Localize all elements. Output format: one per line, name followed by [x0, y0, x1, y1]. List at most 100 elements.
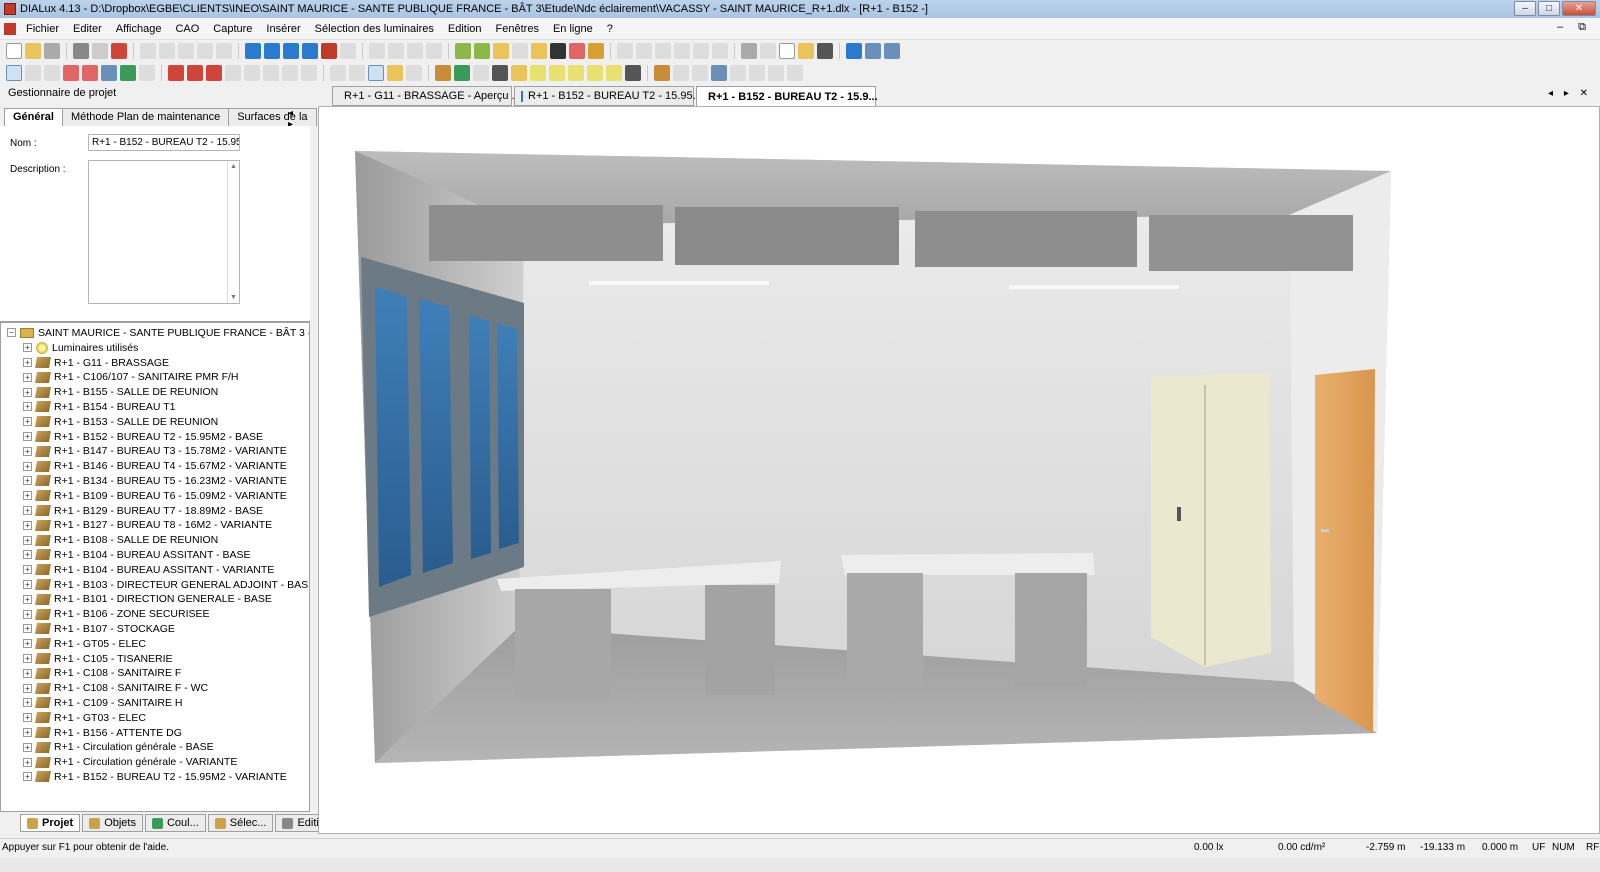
- tree-item-room[interactable]: + R+1 - Circulation générale - BASE: [23, 740, 214, 755]
- tree-item-room[interactable]: + R+1 - G11 - BRASSAGE: [23, 355, 169, 370]
- tool-icon[interactable]: [369, 43, 385, 59]
- globe-icon[interactable]: [588, 43, 604, 59]
- expand-icon[interactable]: +: [23, 639, 32, 649]
- print-icon[interactable]: [73, 43, 89, 59]
- tree-item-room[interactable]: + R+1 - C109 - SANITAIRE H: [23, 695, 182, 710]
- tree-item-room[interactable]: + R+1 - B152 - BUREAU T2 - 15.95M2 - BASE: [23, 429, 263, 444]
- camera-icon[interactable]: [817, 43, 833, 59]
- tool-icon[interactable]: [301, 65, 317, 81]
- tool-icon[interactable]: [587, 65, 603, 81]
- expand-icon[interactable]: +: [23, 461, 32, 471]
- expand-icon[interactable]: +: [23, 713, 32, 723]
- mdi-window-controls[interactable]: – ⧉: [1557, 21, 1592, 34]
- luminaire-icon[interactable]: [531, 43, 547, 59]
- tree-item-room[interactable]: + R+1 - B107 - STOCKAGE: [23, 621, 175, 636]
- save-icon[interactable]: [44, 43, 60, 59]
- expand-icon[interactable]: +: [23, 668, 32, 678]
- redo-icon[interactable]: [216, 43, 232, 59]
- tool-icon[interactable]: [139, 65, 155, 81]
- minimize-button[interactable]: –: [1514, 1, 1536, 16]
- tree-item-room[interactable]: + R+1 - B127 - BUREAU T8 - 16M2 - VARIANT…: [23, 518, 272, 533]
- menu-edition[interactable]: Edition: [448, 23, 482, 35]
- 3d-view-icon[interactable]: [245, 43, 261, 59]
- expand-icon[interactable]: +: [23, 417, 32, 427]
- scroll-up-icon[interactable]: ▲: [228, 163, 239, 170]
- pan-hand-icon[interactable]: [387, 65, 403, 81]
- tool-icon[interactable]: [168, 65, 184, 81]
- expand-icon[interactable]: +: [23, 550, 32, 560]
- tool-icon[interactable]: [693, 43, 709, 59]
- doc-tab-b152-3d[interactable]: R+1 - B152 - BUREAU T2 - 15.9...: [696, 86, 878, 107]
- tool-icon[interactable]: [625, 65, 641, 81]
- expand-icon[interactable]: +: [23, 654, 32, 663]
- tree-item-room[interactable]: + R+1 - B146 - BUREAU T4 - 15.67M2 - VARI…: [23, 459, 287, 474]
- front-view-icon[interactable]: [302, 43, 318, 59]
- tool-icon[interactable]: [530, 65, 546, 81]
- print-preview-icon[interactable]: [92, 43, 108, 59]
- tree-item-room[interactable]: + R+1 - B109 - BUREAU T6 - 15.09M2 - VARI…: [23, 488, 287, 503]
- walk-icon[interactable]: [406, 65, 422, 81]
- tool-icon[interactable]: [82, 65, 98, 81]
- menu-fichier[interactable]: Fichier: [26, 23, 59, 35]
- tool-icon[interactable]: [407, 43, 423, 59]
- tree-item-room[interactable]: + R+1 - C108 - SANITAIRE F - WC: [23, 681, 208, 696]
- fit-view-icon[interactable]: [340, 43, 356, 59]
- 3d-viewport[interactable]: [318, 106, 1600, 834]
- dialux-app-icon[interactable]: [4, 3, 16, 15]
- doc-tab-navigation[interactable]: ◂ ▸ ✕: [1548, 88, 1592, 99]
- tree-item-room[interactable]: + R+1 - B147 - BUREAU T3 - 15.78M2 - VARI…: [23, 444, 287, 459]
- tree-item-room[interactable]: + R+1 - B155 - SALLE DE REUNION: [23, 385, 218, 400]
- doc-tab-b152-plan[interactable]: R+1 - B152 - BUREAU T2 - 15.95...: [514, 86, 702, 106]
- tree-root[interactable]: − SAINT MAURICE - SANTE PUBLIQUE FRANCE …: [7, 325, 309, 340]
- rotate-icon[interactable]: [368, 65, 384, 81]
- wizard-icon[interactable]: [798, 43, 814, 59]
- tree-item-room[interactable]: + R+1 - B101 - DIRECTION GENERALE - BASE: [23, 592, 272, 607]
- open-folder-icon[interactable]: [25, 43, 41, 59]
- menu-inserer[interactable]: Insérer: [266, 23, 300, 35]
- expand-icon[interactable]: +: [23, 372, 32, 382]
- expand-icon[interactable]: +: [23, 757, 32, 767]
- expand-icon[interactable]: +: [23, 446, 32, 456]
- tool-icon[interactable]: [435, 65, 451, 81]
- tree-item-room[interactable]: + R+1 - GT05 - ELEC: [23, 636, 146, 651]
- menu-capture[interactable]: Capture: [213, 23, 252, 35]
- expand-icon[interactable]: +: [23, 506, 32, 515]
- tab-projet[interactable]: Projet: [20, 814, 81, 832]
- expand-icon[interactable]: +: [23, 698, 32, 708]
- expand-icon[interactable]: +: [23, 520, 32, 530]
- columns-icon[interactable]: [884, 43, 900, 59]
- tree-item-room[interactable]: + R+1 - B106 - ZONE SECURISEE: [23, 607, 210, 622]
- tree-item-room[interactable]: + R+1 - C105 - TISANERIE: [23, 651, 173, 666]
- expand-icon[interactable]: +: [23, 535, 32, 545]
- copy-icon[interactable]: [159, 43, 175, 59]
- room-icon[interactable]: [455, 43, 471, 59]
- expand-icon[interactable]: +: [23, 609, 32, 619]
- tree-item-room[interactable]: + R+1 - B153 - SALLE DE REUNION: [23, 414, 218, 429]
- tree-item-room[interactable]: + R+1 - C108 - SANITAIRE F: [23, 666, 181, 681]
- expand-icon[interactable]: +: [23, 358, 32, 367]
- new-file-icon[interactable]: [6, 43, 22, 59]
- undo-icon[interactable]: [197, 43, 213, 59]
- tool-icon[interactable]: [760, 43, 776, 59]
- menu-cao[interactable]: CAO: [175, 23, 199, 35]
- tool-icon[interactable]: [187, 65, 203, 81]
- tree-item-room[interactable]: + R+1 - B129 - BUREAU T7 - 18.89M2 - BASE: [23, 503, 263, 518]
- tree-item-room[interactable]: + R+1 - B156 - ATTENTE DG: [23, 725, 182, 740]
- floor-plan-icon[interactable]: [264, 43, 280, 59]
- tree-item-room[interactable]: + R+1 - B154 - BUREAU T1: [23, 399, 175, 414]
- zoom-icon[interactable]: [349, 65, 365, 81]
- tree-item-room[interactable]: + R+1 - B103 - DIRECTEUR GENERAL ADJOINT …: [23, 577, 309, 592]
- tool-icon[interactable]: [44, 65, 60, 81]
- tab-couleurs[interactable]: Coul...: [144, 814, 206, 832]
- expand-icon[interactable]: +: [23, 594, 32, 604]
- expand-icon[interactable]: +: [23, 728, 32, 737]
- tool-icon[interactable]: [426, 43, 442, 59]
- pointer-icon[interactable]: [330, 65, 346, 81]
- tree-item-room[interactable]: + R+1 - C106/107 - SANITAIRE PMR F/H: [23, 370, 238, 385]
- tool-icon[interactable]: [120, 65, 136, 81]
- tool-icon[interactable]: [454, 65, 470, 81]
- scroll-down-icon[interactable]: ▼: [228, 294, 239, 301]
- grid-icon[interactable]: [846, 43, 862, 59]
- tab-maintenance-method[interactable]: Méthode Plan de maintenance: [61, 108, 230, 126]
- tree-item-room[interactable]: + R+1 - B104 - BUREAU ASSITANT - BASE: [23, 547, 251, 562]
